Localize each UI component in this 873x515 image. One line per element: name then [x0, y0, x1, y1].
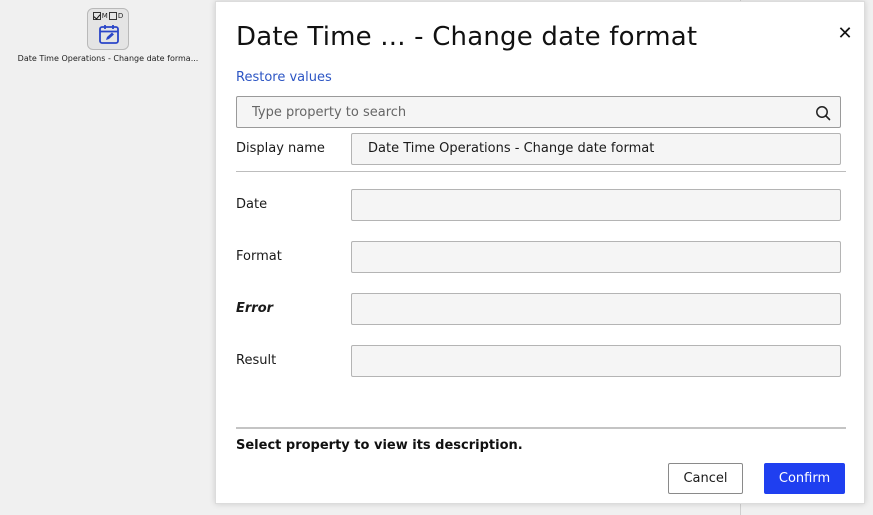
property-label-date: Date [236, 197, 268, 212]
property-field-format[interactable] [351, 241, 841, 273]
property-label-error: Error [236, 301, 274, 316]
property-row-result: Result [236, 345, 841, 377]
property-row-date: Date [236, 189, 841, 221]
property-row-format: Format [236, 241, 841, 273]
dialog-title: Date Time ... - Change date format [236, 22, 698, 52]
calendar-edit-icon [99, 25, 119, 44]
display-name-label: Display name [236, 141, 325, 156]
search-icon[interactable] [815, 105, 831, 121]
display-name-row: Display name Date Time Operations - Chan… [236, 133, 841, 165]
activity-icon-letter-m: M [101, 12, 108, 20]
property-label-format: Format [236, 249, 282, 264]
property-field-result[interactable] [351, 345, 841, 377]
unchecked-box-icon [108, 12, 117, 20]
description-divider [236, 427, 846, 429]
property-row-error: Error [236, 293, 841, 325]
close-icon: ✕ [837, 23, 853, 44]
confirm-button[interactable]: Confirm [764, 463, 845, 494]
cancel-button[interactable]: Cancel [668, 463, 743, 494]
section-divider [236, 171, 846, 172]
restore-values-link[interactable]: Restore values [236, 70, 332, 85]
property-field-error[interactable] [351, 293, 841, 325]
activity-icon[interactable]: M D [87, 8, 129, 50]
search-input[interactable] [237, 97, 807, 127]
activity-label: Date Time Operations - Change date forma… [17, 54, 199, 63]
activity-node[interactable]: M D Date Time Operations - Change date f… [8, 8, 208, 63]
activity-icon-letter-d: D [117, 12, 124, 20]
checked-box-icon [92, 12, 101, 20]
property-description: Select property to view its description. [236, 438, 523, 453]
property-label-result: Result [236, 353, 277, 368]
activity-checkboxes: M D [90, 12, 126, 20]
property-search[interactable] [236, 96, 841, 128]
property-field-date[interactable] [351, 189, 841, 221]
display-name-field[interactable]: Date Time Operations - Change date forma… [351, 133, 841, 165]
properties-dialog: Date Time ... - Change date format ✕ Res… [215, 1, 865, 504]
close-button[interactable]: ✕ [835, 24, 855, 44]
